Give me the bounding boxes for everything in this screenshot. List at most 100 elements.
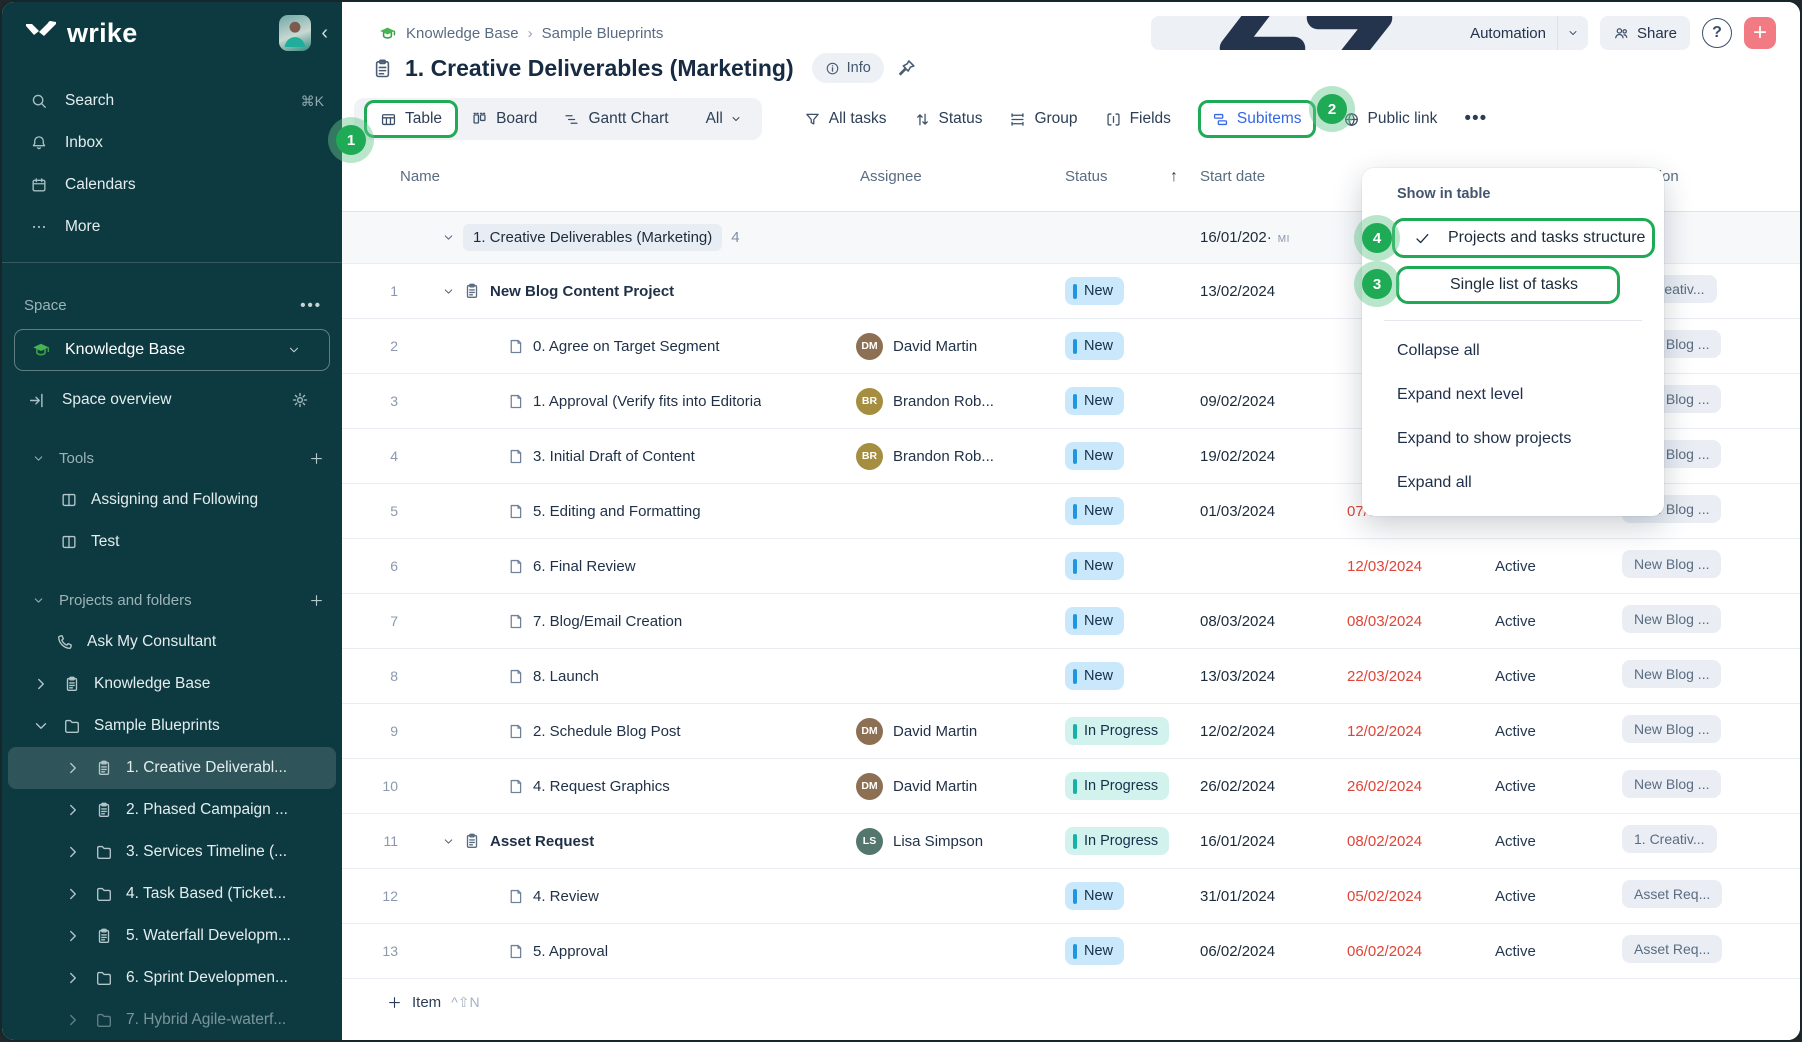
start-date-cell[interactable]: 16/01/2024 — [1192, 833, 1292, 850]
status-cell[interactable]: New — [1057, 277, 1192, 305]
table-row[interactable]: 77. Blog/Email CreationNew08/03/202408/0… — [342, 594, 1800, 649]
column-header-start-date[interactable]: Start date — [1192, 168, 1292, 185]
location-cell[interactable]: New Blog ... — [1565, 605, 1800, 638]
assignee-cell[interactable]: LSLisa Simpson — [852, 828, 1057, 855]
filter-button[interactable]: All tasks — [804, 110, 887, 128]
status-cell[interactable]: New — [1057, 387, 1192, 415]
add-item-row[interactable]: Item ^⇧N — [342, 979, 1800, 1025]
status-cell[interactable]: New — [1057, 662, 1192, 690]
sidebar-item-test[interactable]: Test — [8, 521, 336, 563]
column-header-assignee[interactable]: Assignee — [852, 168, 1057, 185]
task-name-cell[interactable]: Asset Request — [412, 832, 852, 850]
gear-icon[interactable] — [291, 391, 309, 409]
due-date-cell[interactable]: 06/02/2024 — [1292, 943, 1457, 960]
sidebar-collapse-icon[interactable]: ‹ — [321, 22, 328, 45]
project-state-cell[interactable]: Active — [1457, 723, 1565, 740]
menu-item-expand-all[interactable]: Expand all — [1362, 461, 1664, 505]
table-row[interactable]: 135. ApprovalNew06/02/202406/02/2024Acti… — [342, 924, 1800, 979]
status-badge[interactable]: New — [1065, 442, 1124, 470]
start-date-cell[interactable]: 31/01/2024 — [1192, 888, 1292, 905]
assignee-cell[interactable]: BRBrandon Rob... — [852, 388, 1057, 415]
task-name-cell[interactable]: 0. Agree on Target Segment — [412, 338, 852, 355]
space-menu-icon[interactable]: ••• — [300, 297, 322, 314]
menu-item-projects-and-tasks-structure[interactable]: Projects and tasks structure — [1392, 218, 1655, 258]
location-cell[interactable]: Asset Req... — [1565, 935, 1800, 968]
help-button[interactable]: ? — [1702, 18, 1732, 48]
start-date-cell[interactable]: 26/02/2024 — [1192, 778, 1292, 795]
task-name-cell[interactable]: New Blog Content Project — [412, 282, 852, 300]
tab-gantt[interactable]: Gantt Chart — [550, 102, 681, 136]
due-date-cell[interactable]: 08/02/2024 — [1292, 833, 1457, 850]
pin-icon[interactable] — [896, 58, 917, 79]
location-badge[interactable]: New Blog ... — [1622, 605, 1721, 633]
status-badge[interactable]: New — [1065, 277, 1124, 305]
wrike-logo[interactable]: wrike — [24, 18, 279, 49]
table-row[interactable]: 124. ReviewNew31/01/202405/02/2024Active… — [342, 869, 1800, 924]
status-cell[interactable]: New — [1057, 442, 1192, 470]
sidebar-item-more[interactable]: More — [2, 206, 342, 248]
task-name-cell[interactable]: 7. Blog/Email Creation — [412, 613, 852, 630]
start-date-cell[interactable]: 12/02/2024 — [1192, 723, 1292, 740]
location-badge[interactable]: New Blog ... — [1622, 715, 1721, 743]
automation-dropdown[interactable] — [1557, 16, 1588, 50]
start-date-cell[interactable]: 19/02/2024 — [1192, 448, 1292, 465]
column-header-status[interactable]: Status — [1065, 168, 1108, 185]
project-state-cell[interactable]: Active — [1457, 613, 1565, 630]
task-name-cell[interactable]: 6. Final Review — [412, 558, 852, 575]
project-state-cell[interactable]: Active — [1457, 888, 1565, 905]
due-date-cell[interactable]: 22/03/2024 — [1292, 668, 1457, 685]
status-badge[interactable]: New — [1065, 552, 1124, 580]
status-badge[interactable]: New — [1065, 607, 1124, 635]
location-badge[interactable]: 1. Creativ... — [1622, 825, 1717, 853]
project-state-cell[interactable]: Active — [1457, 943, 1565, 960]
status-cell[interactable]: In Progress — [1057, 827, 1192, 855]
location-cell[interactable]: New Blog ... — [1565, 715, 1800, 748]
location-cell[interactable]: Asset Req... — [1565, 880, 1800, 913]
task-name-cell[interactable]: 1. Creative Deliverables (Marketing)4 — [412, 224, 852, 251]
status-cell[interactable]: New — [1057, 882, 1192, 910]
sort-ascending-icon[interactable]: ↑ — [1170, 168, 1178, 186]
sidebar-item-5-waterfall-developm[interactable]: 5. Waterfall Developm... — [8, 915, 336, 957]
share-button[interactable]: Share — [1600, 16, 1690, 50]
menu-item-expand-next-level[interactable]: Expand next level — [1362, 373, 1664, 417]
project-state-cell[interactable]: Active — [1457, 833, 1565, 850]
status-cell[interactable]: New — [1057, 937, 1192, 965]
menu-item-single-list-of-tasks[interactable]: Single list of tasks — [1396, 266, 1620, 304]
start-date-cell[interactable]: 09/02/2024 — [1192, 393, 1292, 410]
group-button[interactable]: Group — [1009, 110, 1077, 128]
sidebar-item-3-services-timeline[interactable]: 3. Services Timeline (... — [8, 831, 336, 873]
column-header-name[interactable]: Name — [400, 168, 852, 185]
task-name-cell[interactable]: 1. Approval (Verify fits into Editoria — [412, 393, 852, 410]
user-avatar[interactable] — [279, 15, 311, 51]
table-row[interactable]: 104. Request GraphicsDMDavid MartinIn Pr… — [342, 759, 1800, 814]
sidebar-item-calendars[interactable]: Calendars — [2, 164, 342, 206]
public-link-button[interactable]: Public link — [1343, 110, 1438, 128]
status-badge[interactable]: New — [1065, 387, 1124, 415]
sidebar-item-1-creative-deliverabl[interactable]: 1. Creative Deliverabl... — [8, 747, 336, 789]
location-cell[interactable]: 1. Creativ... — [1565, 825, 1800, 858]
start-date-cell[interactable]: 13/02/2024 — [1192, 283, 1292, 300]
due-date-cell[interactable]: 08/03/2024 — [1292, 613, 1457, 630]
assignee-cell[interactable]: DMDavid Martin — [852, 333, 1057, 360]
due-date-cell[interactable]: 12/03/2024 — [1292, 558, 1457, 575]
status-badge[interactable]: New — [1065, 662, 1124, 690]
task-name-cell[interactable]: 5. Approval — [412, 943, 852, 960]
breadcrumb-item-sample-blueprints[interactable]: Sample Blueprints — [542, 25, 664, 42]
task-name-cell[interactable]: 5. Editing and Formatting — [412, 503, 852, 520]
status-badge[interactable]: New — [1065, 332, 1124, 360]
sidebar-item-sample-blueprints[interactable]: Sample Blueprints — [8, 705, 336, 747]
status-cell[interactable]: New — [1057, 332, 1192, 360]
location-cell[interactable]: New Blog ... — [1565, 770, 1800, 803]
status-badge[interactable]: New — [1065, 882, 1124, 910]
breadcrumb-item-knowledge-base[interactable]: Knowledge Base — [406, 25, 519, 42]
location-cell[interactable]: New Blog ... — [1565, 550, 1800, 583]
table-row[interactable]: 11Asset RequestLSLisa SimpsonIn Progress… — [342, 814, 1800, 869]
project-state-cell[interactable]: Active — [1457, 558, 1565, 575]
sidebar-item-2-phased-campaign[interactable]: 2. Phased Campaign ... — [8, 789, 336, 831]
assignee-cell[interactable]: DMDavid Martin — [852, 773, 1057, 800]
menu-item-collapse-all[interactable]: Collapse all — [1362, 329, 1664, 373]
space-selector[interactable]: Knowledge Base — [14, 329, 330, 371]
sidebar-item-space-overview[interactable]: Space overview — [2, 379, 342, 421]
start-date-cell[interactable]: 01/03/2024 — [1192, 503, 1292, 520]
location-badge[interactable]: Asset Req... — [1622, 935, 1722, 963]
